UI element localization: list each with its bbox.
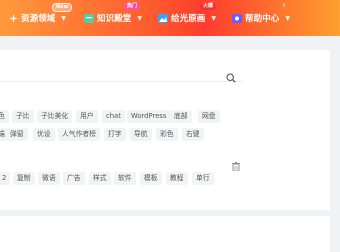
hot-badge: 火爆 [200,3,217,10]
tag-item[interactable]: 彩色 [156,128,178,141]
nav-label-resources: 资源领域 [21,14,56,24]
nav-label-gallery: 给光原画 [171,14,206,24]
tag-item[interactable]: 单行 [192,172,214,185]
tag-item[interactable]: 教程 [166,172,188,185]
search-icon[interactable] [226,68,236,83]
tag-item[interactable]: 子比 [12,110,34,123]
lower-panel [0,216,330,252]
tag-item[interactable]: 打字 [104,128,126,141]
help-icon [232,13,242,23]
tag-item[interactable]: 右键 [182,128,204,141]
tag-item[interactable]: 人气作者榜 [58,128,100,141]
nav-label-help: 帮助中心 [245,14,280,24]
sparkle-icon [8,13,18,23]
nav-item-resources[interactable]: 资源领域 New ▼ [8,3,73,26]
tag-item[interactable]: WordPress [127,110,171,123]
tag-item[interactable]: chat [102,110,125,123]
tag-item[interactable]: 模板 [140,172,162,185]
tag-item[interactable]: 2 [0,172,11,185]
top-navigation-bar: 资源领域 New ▼ 知识殿堂 热门 ▼ 给光原画 火爆 ▼ 帮助中心 ! ▼ [0,0,340,36]
search-panel: 色 子比 子比美化 用户 chat WordPress 底部 网盘 端 弹窗 优… [0,50,330,210]
trash-icon[interactable] [232,156,240,172]
tag-item[interactable]: 子比美化 [37,110,73,123]
nav-item-gallery[interactable]: 给光原画 火爆 ▼ [158,3,217,26]
tag-item[interactable]: 弹窗 [6,128,28,141]
tag-item[interactable]: 软件 [114,172,136,185]
search-bar [0,64,242,83]
tag-item[interactable]: 网盘 [198,110,220,123]
chevron-down-icon: ▼ [137,14,143,22]
new-badge: New [52,3,73,12]
tag-item[interactable]: 复制 [13,172,35,185]
nav-item-help[interactable]: 帮助中心 ! ▼ [232,3,291,26]
tag-item[interactable]: 优设 [33,128,55,141]
tag-item[interactable]: 微语 [38,172,60,185]
hot-badge: 热门 [124,3,141,10]
nav-item-knowledge[interactable]: 知识殿堂 热门 ▼ [84,3,143,26]
tag-item[interactable]: 用户 [76,110,98,123]
tag-item[interactable]: 色 [0,110,9,123]
tag-item[interactable]: 底部 [170,110,192,123]
notice-badge: ! [280,3,289,10]
tag-item[interactable]: 广告 [63,172,85,185]
tag-item[interactable]: 样式 [89,172,111,185]
chevron-down-icon: ▼ [211,14,217,22]
image-icon [158,13,168,23]
search-input[interactable] [0,64,222,82]
book-icon [84,13,94,23]
chevron-down-icon: ▼ [285,14,291,22]
tag-item[interactable]: 导航 [130,128,152,141]
chevron-down-icon: ▼ [61,14,67,22]
nav-label-knowledge: 知识殿堂 [97,14,132,24]
